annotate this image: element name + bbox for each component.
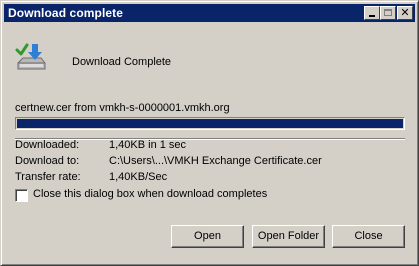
maximize-button <box>380 6 396 20</box>
maximize-icon <box>384 9 392 16</box>
open-button[interactable]: Open <box>171 225 244 248</box>
close-window-button[interactable]: ✕ <box>397 6 413 20</box>
close-on-complete-label[interactable]: Close this dialog box when download comp… <box>33 188 267 200</box>
download-complete-icon <box>15 43 46 70</box>
download-source-text: certnew.cer from vmkh-s-0000001.vmkh.org <box>15 102 230 114</box>
title-bar[interactable]: Download complete ✕ <box>4 4 415 22</box>
window-title: Download complete <box>8 6 124 20</box>
close-icon: ✕ <box>400 6 410 19</box>
download-to-label: Download to: <box>15 155 80 167</box>
downloaded-label: Downloaded: <box>15 139 80 151</box>
close-on-complete-checkbox[interactable] <box>15 189 28 202</box>
progress-fill <box>17 119 403 128</box>
download-complete-heading: Download Complete <box>72 56 172 68</box>
minimize-button[interactable] <box>364 6 380 20</box>
transfer-rate-label: Transfer rate: <box>15 171 81 183</box>
close-button[interactable]: Close <box>332 225 405 248</box>
minimize-icon <box>369 15 375 17</box>
download-to-value: C:\Users\...\VMKH Exchange Certificate.c… <box>109 155 322 167</box>
transfer-rate-value: 1,40KB/Sec <box>109 171 168 183</box>
downloaded-value: 1,40KB in 1 sec <box>109 139 187 151</box>
progress-bar <box>15 117 405 130</box>
download-complete-dialog: Download complete ✕ Download Complete ce… <box>0 0 419 266</box>
open-folder-button[interactable]: Open Folder <box>252 225 325 248</box>
